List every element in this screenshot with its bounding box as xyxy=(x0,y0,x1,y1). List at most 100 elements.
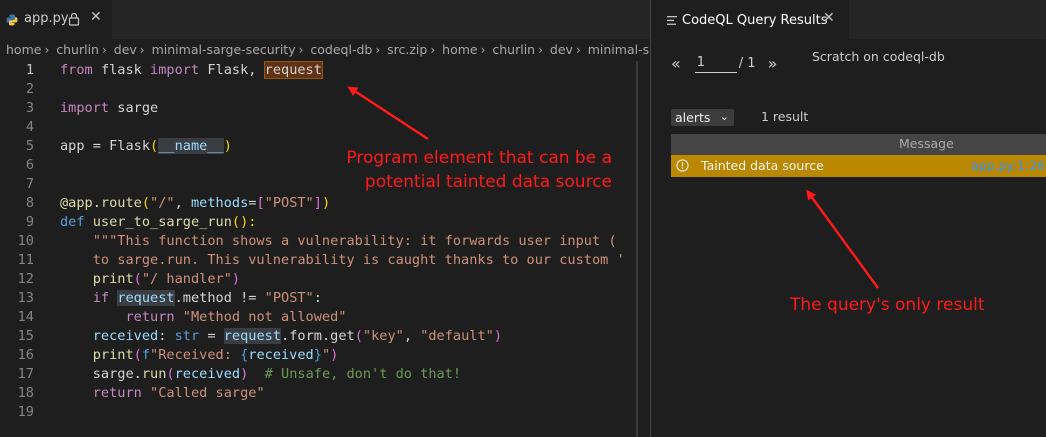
code-line: 2 xyxy=(0,80,640,99)
tab-app-py[interactable]: app.py ✕ xyxy=(0,0,112,39)
identifier: .form.get xyxy=(281,328,355,344)
identifier: request xyxy=(117,290,175,306)
bracket: (): xyxy=(231,214,257,230)
chevron-right-icon: › xyxy=(430,43,436,57)
breadcrumb-item[interactable]: churlin xyxy=(492,42,535,57)
identifier: received xyxy=(92,328,159,344)
result-set-select[interactable]: alerts ⌄ xyxy=(671,109,734,126)
tab-codeql-query-results[interactable]: CodeQL Query Results ✕ xyxy=(651,0,849,40)
code-line: 19 xyxy=(0,403,640,422)
breadcrumb-item[interactable]: src.zip xyxy=(387,42,427,57)
breadcrumb-item[interactable]: home xyxy=(442,42,477,57)
code-line: 13 if request.method != "POST": xyxy=(0,289,640,308)
highlighted-request-token[interactable]: request xyxy=(263,61,323,79)
result-pager: « 1 / 1 » xyxy=(671,52,777,74)
module-name: sarge xyxy=(117,100,159,116)
line-number: 12 xyxy=(17,271,34,287)
list-icon xyxy=(667,16,677,25)
column-header-message[interactable]: Message xyxy=(899,136,954,151)
code-line: 11 to sarge.run. This vulnerability is c… xyxy=(0,251,640,270)
line-number: 3 xyxy=(25,100,34,116)
breadcrumb-item[interactable]: codeql-db xyxy=(310,42,372,57)
keyword: import xyxy=(150,62,200,78)
code-line: 14 return "Method not allowed" xyxy=(0,308,640,327)
string-literal: "Received: xyxy=(150,347,241,363)
decorator: @app.route xyxy=(60,195,142,211)
chevron-right-icon: › xyxy=(575,43,581,57)
code-editor[interactable]: app.py ✕ home › churlin › dev › minimal-sar… xyxy=(0,0,650,437)
codeql-results-panel: CodeQL Query Results ✕ « 1 / 1 » Scratch… xyxy=(651,0,1046,437)
bracket: ) xyxy=(223,138,232,154)
bracket: ( xyxy=(133,347,142,363)
line-number: 19 xyxy=(17,404,34,420)
tab-label: CodeQL Query Results xyxy=(682,13,828,28)
chevron-right-icon: › xyxy=(44,43,50,57)
breadcrumb-item[interactable]: minimal-sarge-security xyxy=(152,42,296,57)
bracket: ] xyxy=(313,195,322,211)
bracket: ) xyxy=(231,271,241,287)
line-number: 17 xyxy=(17,366,34,382)
identifier: Flask, xyxy=(207,62,257,78)
function-name: print xyxy=(92,271,134,287)
punctuation: : xyxy=(158,328,175,344)
bracket: [ xyxy=(256,195,265,211)
line-number: 6 xyxy=(25,157,34,173)
comment: # Unsafe, don't do that! xyxy=(248,366,462,382)
string-literal: "POST" xyxy=(264,195,314,211)
result-location-link[interactable]: app.py:1:26 xyxy=(971,158,1045,173)
keyword: if xyxy=(92,290,110,306)
keyword: from xyxy=(60,62,93,78)
line-number: 18 xyxy=(17,385,34,401)
table-row[interactable]: Tainted data source app.py:1:26 xyxy=(671,155,1046,177)
editor-scrollbar[interactable] xyxy=(636,61,638,437)
code-line: 17 sarge.run(received) # Unsafe, don't d… xyxy=(0,365,640,384)
first-page-button[interactable]: « xyxy=(671,54,681,73)
bracket: ) xyxy=(321,195,331,211)
code-line: 8 @app.route("/", methods=["POST"]) xyxy=(0,194,640,213)
string-prefix: f xyxy=(141,347,151,363)
code-line: 4 xyxy=(0,118,640,137)
breadcrumb-item[interactable]: churlin xyxy=(56,42,99,57)
tab-close-icon[interactable]: ✕ xyxy=(90,9,102,25)
bracket: ( xyxy=(150,138,159,154)
function-name: print xyxy=(92,347,134,363)
function-name: run xyxy=(141,366,167,382)
annotation-line: Program element that can be a xyxy=(346,148,612,168)
keyword: def xyxy=(60,214,85,230)
breadcrumb-item[interactable]: dev xyxy=(550,42,573,57)
result-message: Tainted data source xyxy=(701,158,824,173)
last-page-button[interactable]: » xyxy=(768,54,778,73)
punctuation: = xyxy=(199,328,224,344)
identifier: Flask xyxy=(109,138,151,154)
code-area[interactable]: 1 from flask import Flask, request 2 3 imp… xyxy=(0,61,640,422)
breadcrumb-item[interactable]: dev xyxy=(114,42,137,57)
code-line: 9 def user_to_sarge_run(): xyxy=(0,213,640,232)
breadcrumb: home › churlin › dev › minimal-sarge-securi… xyxy=(0,39,650,61)
code-line: 15 received: str = request.form.get("key… xyxy=(0,327,640,346)
result-set-value: alerts xyxy=(675,110,711,125)
code-line: 1 from flask import Flask, request xyxy=(0,61,640,80)
identifier: request xyxy=(223,328,282,344)
string-literal: "default" xyxy=(420,328,494,344)
chevron-right-icon: › xyxy=(298,43,304,57)
chevron-right-icon: › xyxy=(480,43,486,57)
line-number: 11 xyxy=(17,252,34,268)
bracket: } xyxy=(313,347,322,363)
chevron-right-icon: › xyxy=(375,43,381,57)
breadcrumb-item[interactable]: home xyxy=(6,42,41,57)
chevron-right-icon: › xyxy=(538,43,543,57)
bracket: ) xyxy=(330,347,339,363)
identifier: methods xyxy=(190,195,249,211)
tab-close-icon[interactable]: ✕ xyxy=(823,10,835,26)
line-number: 15 xyxy=(17,328,34,344)
identifier: __name__ xyxy=(158,138,224,154)
annotation-tainted-source: Program element that can be a potential … xyxy=(330,146,612,194)
breadcrumb-item[interactable]: minimal-sa xyxy=(588,42,650,57)
code-line: 3 import sarge xyxy=(0,99,640,118)
bracket: ( xyxy=(133,271,142,287)
database-label: Scratch on codeql-db xyxy=(812,49,945,64)
python-file-icon xyxy=(6,14,18,26)
page-number-input[interactable]: 1 xyxy=(694,54,737,73)
identifier: app = xyxy=(60,138,110,154)
string-literal: " xyxy=(321,347,331,363)
